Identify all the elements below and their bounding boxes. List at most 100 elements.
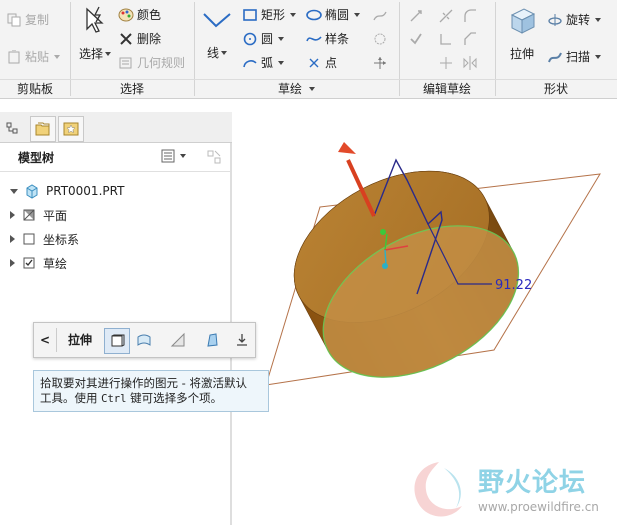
circle-icon (242, 31, 258, 47)
spline-icon (306, 31, 322, 47)
spline-button[interactable]: 样条 (306, 30, 349, 47)
mirror-icon[interactable] (462, 55, 478, 71)
tooltip-line-2: 工具。使用 Ctrl 键可选择多个项。 (40, 391, 223, 405)
ellipse-label: 椭圆 (325, 8, 350, 22)
copy-button[interactable]: 复制 (6, 11, 49, 28)
extrude-label: 拉伸 (509, 47, 534, 61)
corner-icon[interactable] (438, 31, 454, 47)
part-icon (24, 183, 40, 199)
model-tree-title: 模型树 (18, 151, 55, 165)
watermark-text: 野火论坛 (478, 468, 587, 498)
remove-material-button[interactable] (200, 328, 224, 352)
copy-icon (6, 12, 22, 28)
solid-extrude-button[interactable] (104, 328, 130, 354)
coordinate-icon[interactable] (372, 55, 388, 71)
clipboard-group-label: 剪贴板 (0, 79, 70, 98)
paste-button[interactable]: 粘贴 (6, 48, 61, 65)
list-settings-icon (160, 148, 176, 164)
mini-toolbar-back-button[interactable]: < (36, 328, 54, 352)
collapse-icon[interactable] (10, 188, 18, 194)
watermark-logo-icon (414, 462, 462, 517)
tree-item-label: PRT0001.PRT (46, 184, 125, 198)
tab-folder-browser[interactable] (30, 116, 56, 142)
tree-item-planes[interactable]: 平面 (10, 205, 67, 225)
favorites-star-icon (63, 121, 79, 137)
surface-icon (136, 332, 152, 348)
tree-item-label: 草绘 (43, 256, 68, 271)
copy-label: 复制 (25, 13, 50, 27)
mini-toolbar-more-button[interactable] (230, 328, 254, 352)
color-button[interactable]: 颜色 (118, 6, 161, 23)
coordinate-system-icon (21, 231, 37, 247)
paste-label: 粘贴 (25, 50, 50, 64)
tooltip-line-1: 拾取要对其进行操作的图元 - 将激活默认 (40, 376, 247, 390)
download-arrow-icon (234, 332, 250, 348)
plane-icon (21, 207, 37, 223)
tree-settings-button[interactable] (160, 148, 186, 164)
expand-icon[interactable] (10, 211, 15, 219)
tree-item-root[interactable]: PRT0001.PRT (10, 181, 124, 201)
tab-model-tree[interactable] (2, 118, 24, 140)
extrude-cube-icon (506, 5, 538, 37)
revolve-label: 旋转 (566, 13, 591, 27)
color-label: 颜色 (137, 8, 162, 22)
revolve-button[interactable]: 旋转 (547, 11, 602, 28)
point-button[interactable]: 点 (306, 54, 337, 71)
sweep-label: 扫描 (566, 50, 591, 64)
expand-icon[interactable] (10, 259, 15, 267)
thicken-button[interactable] (166, 328, 190, 352)
arc-button[interactable]: 弧 (242, 54, 285, 71)
tooltip-key: Ctrl (101, 393, 127, 405)
tree-item-label: 平面 (43, 208, 68, 223)
select-button[interactable]: 选择 (79, 5, 112, 62)
expand-icon[interactable] (10, 235, 15, 243)
divide-icon[interactable] (438, 8, 454, 24)
model-tree-header: 模型树 (0, 143, 230, 172)
triad-z-axis (384, 249, 387, 266)
rectangle-icon (242, 7, 258, 23)
tree-item-csys[interactable]: 坐标系 (10, 229, 79, 249)
mini-toolbar: < 拉伸 (33, 322, 256, 358)
tree-filter-icon[interactable] (206, 149, 222, 165)
delete-label: 删除 (137, 32, 162, 46)
folder-icon (35, 121, 51, 137)
trim-icon[interactable] (438, 55, 454, 71)
spline-label: 样条 (325, 32, 350, 46)
tree-icon (5, 121, 21, 137)
fillet-icon[interactable] (462, 8, 478, 24)
extruded-cylinder[interactable] (269, 140, 545, 408)
edit-sketch-group-label: 编辑草绘 (399, 79, 495, 98)
tab-favorites[interactable] (58, 116, 84, 142)
circle-button[interactable]: 圆 (242, 30, 285, 47)
geometry-rules-button[interactable]: 几何规则 (118, 54, 185, 71)
shapes-group-label: 形状 (495, 79, 617, 98)
rectangle-button[interactable]: 矩形 (242, 6, 297, 23)
ellipse-button[interactable]: 椭圆 (306, 6, 361, 23)
sketch-group-label[interactable]: 草绘 (194, 79, 399, 98)
circle-label: 圆 (261, 32, 274, 46)
modify-icon[interactable] (408, 8, 424, 24)
sketch-check-icon (21, 255, 37, 271)
line-label: 线 (206, 46, 219, 60)
sweep-button[interactable]: 扫描 (547, 48, 602, 65)
check-icon[interactable] (408, 31, 424, 47)
delete-button[interactable]: 删除 (118, 30, 161, 47)
geometry-rules-label: 几何规则 (137, 56, 186, 70)
chamfer-icon[interactable] (462, 31, 478, 47)
sweep-icon (547, 49, 563, 65)
tree-item-label: 坐标系 (43, 232, 80, 247)
point-label: 点 (325, 56, 338, 70)
select-label: 选择 (79, 47, 104, 61)
arc-label: 弧 (261, 56, 274, 70)
center-circle-icon[interactable] (372, 31, 388, 47)
offset-icon[interactable] (372, 8, 388, 24)
tree-item-sketch[interactable]: 草绘 (10, 253, 67, 273)
triad-y-dot (380, 229, 386, 235)
revolve-icon (547, 12, 563, 28)
line-button[interactable]: 线 (202, 8, 232, 61)
dimension-value[interactable]: 91.22 (495, 278, 532, 293)
surface-extrude-button[interactable] (132, 328, 156, 352)
arrow-head[interactable] (338, 142, 356, 154)
extrude-button[interactable]: 拉伸 (506, 5, 538, 62)
rectangle-label: 矩形 (261, 8, 286, 22)
